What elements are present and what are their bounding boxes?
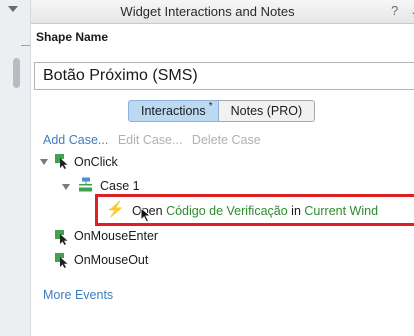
vertical-scroll-thumb[interactable] [13,58,20,88]
more-events-link[interactable]: More Events [43,288,113,302]
case-toolbar: Add Case... Edit Case... Delete Case [43,133,261,147]
case-1-item[interactable]: Case 1 [100,179,140,193]
event-onmouseout[interactable]: OnMouseOut [74,253,148,267]
edit-case-link[interactable]: Edit Case... [118,133,183,147]
onclick-expand-arrow-icon[interactable] [40,159,48,165]
tab-interactions[interactable]: Interactions * [128,100,219,122]
panel-tabs: Interactions * Notes (PRO) [128,100,316,122]
panel-title: Widget Interactions and Notes [120,4,295,19]
shape-name-label: Shape Name [36,30,109,44]
action-connector: in [291,204,301,218]
collapse-arrow-icon[interactable] [8,6,18,12]
add-case-link[interactable]: Add Case... [43,133,108,147]
event-cursor-icon [55,230,68,245]
tab-notes-label: Notes (PRO) [230,104,303,118]
shape-name-field[interactable] [34,62,414,90]
delete-case-link[interactable]: Delete Case [192,133,261,147]
lightning-bolt-icon: ⚡ [106,201,125,218]
panel-title-bar: Widget Interactions and Notes ? … [31,0,414,24]
tab-notes[interactable]: Notes (PRO) [218,100,316,122]
action-target[interactable]: Código de Verificação [166,204,288,218]
gutter-divider [21,45,30,46]
case-expand-arrow-icon[interactable] [62,184,70,190]
case-icon [79,177,92,192]
event-onmouseenter[interactable]: OnMouseEnter [74,229,158,243]
left-gutter [0,0,31,336]
mouse-pointer-icon [140,207,152,223]
event-cursor-icon [55,154,68,169]
event-cursor-icon [55,253,68,268]
tab-interactions-label: Interactions [141,104,206,118]
unsaved-marker: * [208,101,213,112]
help-icon[interactable]: ? [391,3,398,18]
action-description: Open Código de Verificação in Current Wi… [132,204,378,218]
action-location[interactable]: Current Wind [304,204,378,218]
event-onclick[interactable]: OnClick [74,155,118,169]
